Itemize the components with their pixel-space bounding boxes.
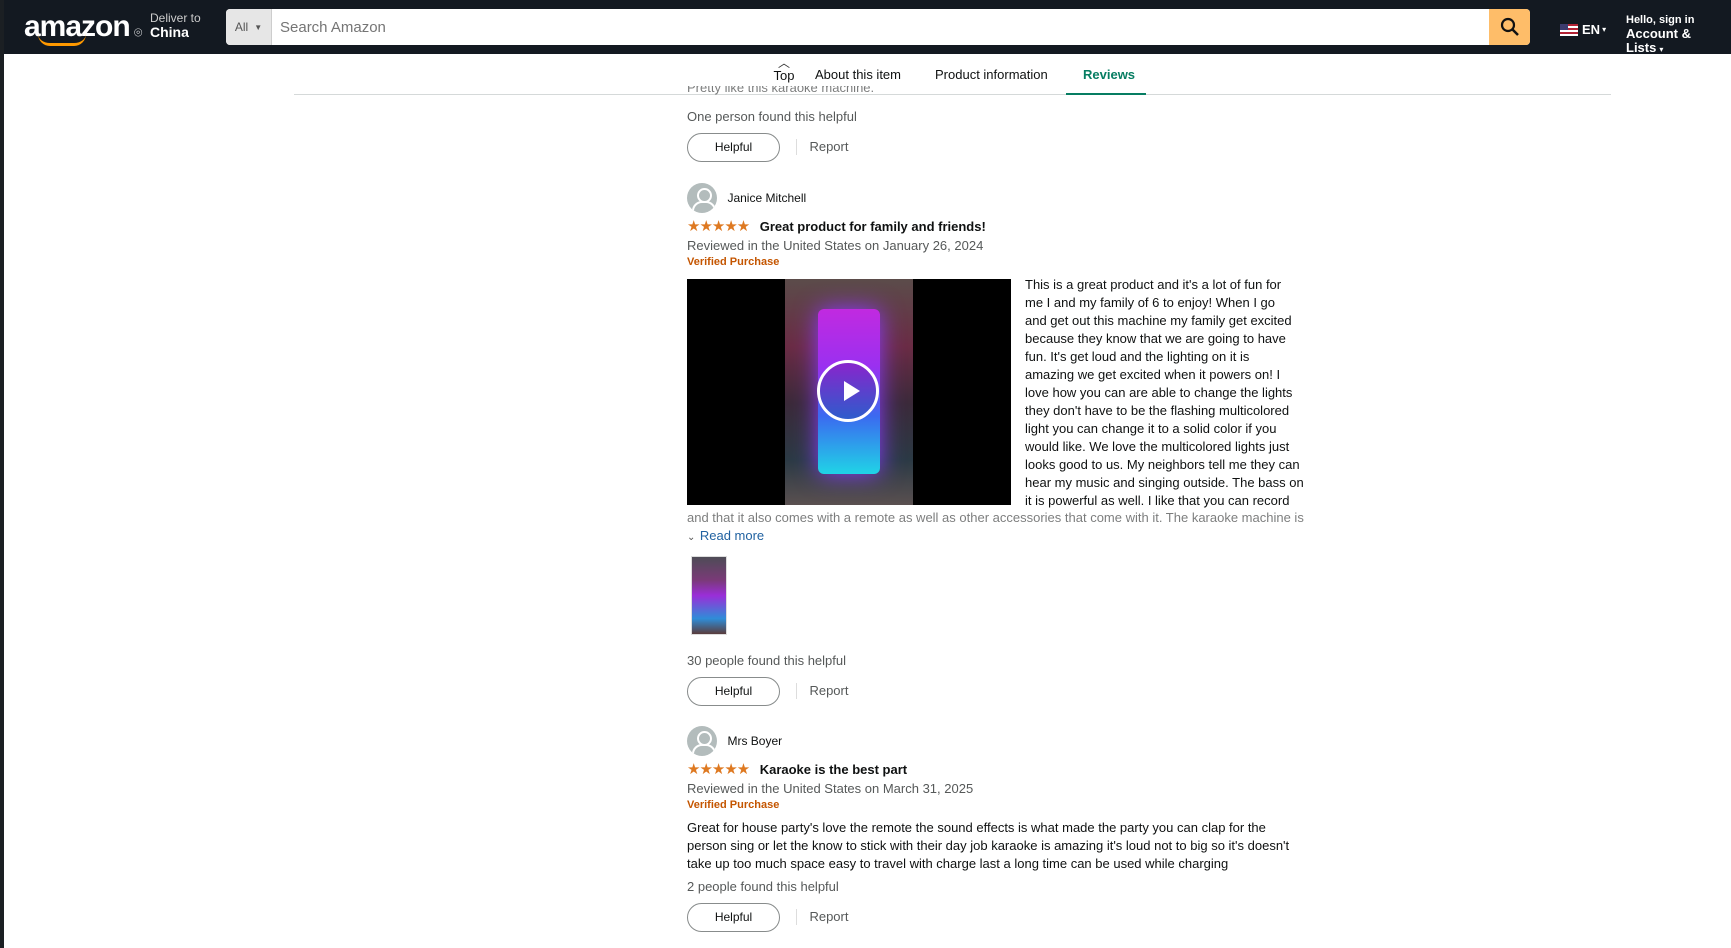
review-body: Great for house party's love the remote …	[687, 820, 1290, 871]
report-link[interactable]: Report	[796, 682, 848, 699]
language-label: EN	[1582, 22, 1601, 37]
star-rating[interactable]: ★★★★★	[687, 218, 750, 235]
review-1-footer: 30 people found this helpful Helpful Rep…	[687, 653, 1307, 706]
review-body: This is a great product and it's a lot o…	[1025, 277, 1304, 508]
search-input[interactable]	[272, 9, 1489, 45]
language-selector[interactable]: EN ▾	[1560, 22, 1606, 37]
account-label: Account & Lists ▾	[1626, 26, 1691, 55]
avatar	[687, 183, 717, 213]
tab-product-information[interactable]: Product information	[935, 67, 1048, 82]
tab-top[interactable]: ︿ Top	[764, 56, 804, 83]
review-partial: Pretty like this karaoke machine.	[687, 86, 1307, 97]
star-rating[interactable]: ★★★★★	[687, 761, 750, 778]
review-1-continued: and that it also comes with a remote as …	[687, 510, 1307, 545]
helpful-count: 2 people found this helpful	[687, 879, 839, 894]
logo-smile-icon	[38, 34, 86, 46]
account-greeting: Hello, sign in	[1626, 14, 1695, 26]
review-0-footer: One person found this helpful Helpful Re…	[687, 109, 1307, 162]
play-icon[interactable]	[817, 360, 879, 422]
review-title[interactable]: Karaoke is the best part	[760, 762, 907, 777]
review-body-faded-line: and that it also comes with a remote as …	[687, 510, 1304, 525]
search-scope-label: All	[234, 20, 249, 34]
avatar	[687, 726, 717, 756]
helpful-count: 30 people found this helpful	[687, 653, 847, 668]
review-date: Reviewed in the United States on March 3…	[687, 781, 974, 796]
helpful-button[interactable]: Helpful	[687, 903, 780, 932]
helpful-button[interactable]: Helpful	[687, 677, 780, 706]
deliver-to-location[interactable]: ⌾ Deliver to China	[134, 11, 201, 39]
search-scope-dropdown[interactable]: All ▼	[226, 9, 272, 45]
review-media-block: This is a great product and it's a lot o…	[687, 277, 1307, 508]
search-bar: All ▼	[226, 9, 1530, 45]
caret-down-icon: ▾	[1659, 45, 1664, 54]
review-image-thumbnail[interactable]	[691, 556, 727, 635]
deliver-label: Deliver to	[150, 11, 201, 25]
search-icon	[1500, 17, 1519, 36]
chevron-down-icon: ⌄	[687, 532, 696, 543]
helpful-count: One person found this helpful	[687, 109, 857, 124]
review-date: Reviewed in the United States on January…	[687, 238, 984, 253]
report-link[interactable]: Report	[796, 908, 848, 925]
review-janice-mitchell: Janice Mitchell ★★★★★ Great product for …	[687, 183, 1307, 268]
caret-down-icon: ▾	[1602, 25, 1607, 34]
verified-purchase-badge: Verified Purchase	[687, 799, 780, 811]
account-lists-menu[interactable]: Hello, sign in Account & Lists ▾	[1626, 13, 1731, 57]
tab-about-this-item[interactable]: About this item	[815, 67, 901, 82]
caret-down-icon: ▼	[254, 22, 263, 32]
review-mrs-boyer: Mrs Boyer ★★★★★ Karaoke is the best part…	[687, 726, 1307, 932]
tab-top-label: Top	[773, 68, 795, 83]
report-link[interactable]: Report	[796, 138, 848, 155]
deliver-location: China	[150, 24, 189, 40]
chevron-up-icon: ︿	[777, 56, 790, 70]
review-title[interactable]: Great product for family and friends!	[760, 219, 986, 234]
read-more-link[interactable]: ⌄ Read more	[687, 527, 1307, 545]
location-pin-icon: ⌾	[134, 24, 143, 40]
reviewer-name[interactable]: Mrs Boyer	[727, 734, 782, 748]
top-nav-bar: amazon ⌾ Deliver to China All▼ EN▾ Hello…	[4, 0, 1731, 57]
review-partial-text: Pretty like this karaoke machine.	[687, 86, 875, 95]
reviewer-name[interactable]: Janice Mitchell	[727, 191, 806, 205]
verified-purchase-badge: Verified Purchase	[687, 256, 780, 268]
us-flag-icon	[1560, 23, 1578, 36]
helpful-button[interactable]: Helpful	[687, 133, 780, 162]
tab-reviews[interactable]: Reviews	[1083, 67, 1135, 82]
review-video-player[interactable]	[687, 279, 1011, 505]
search-button[interactable]	[1489, 9, 1530, 45]
